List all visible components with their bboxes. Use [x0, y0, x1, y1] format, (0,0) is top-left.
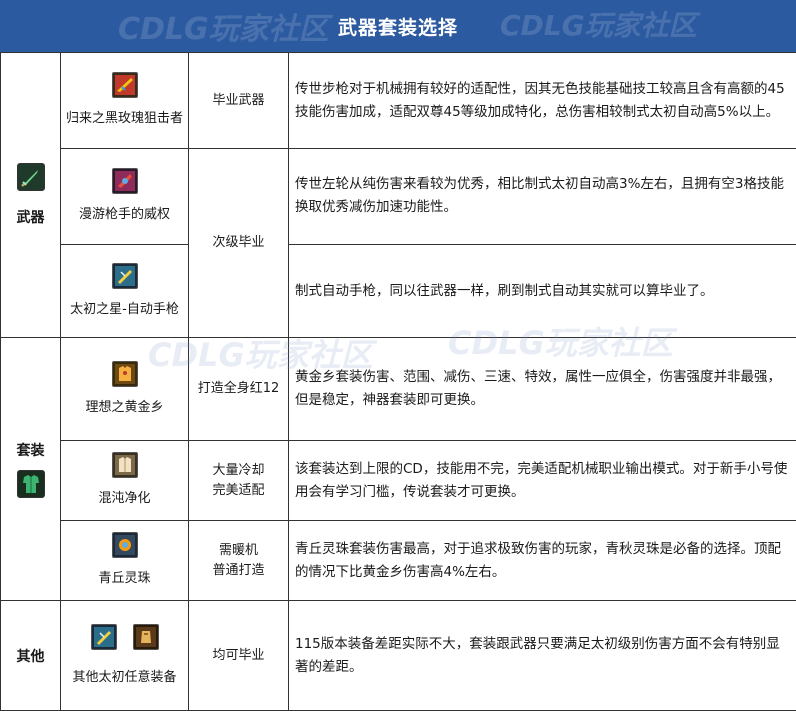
description: 制式自动手枪，同以往武器一样，刷到制式自动其实就可以算毕业了。 — [288, 244, 796, 338]
tier-cell: 打造全身红12 — [188, 337, 289, 441]
tier-cell: 大量冷却 完美适配 — [188, 440, 289, 521]
description: 传世步枪对于机械拥有较好的适配性，因其无色技能基础技工较高且含有高额的45技能伤… — [288, 52, 796, 149]
auto-pistol-icon — [111, 262, 138, 289]
table-row: 漫游枪手的威权 次级毕业 传世左轮从纯伤害来看较为优秀，相比制式太初自动高3%左… — [1, 148, 796, 338]
item-cell: 太初之星-自动手枪 — [60, 244, 189, 338]
item-name: 混沌净化 — [98, 491, 151, 506]
description: 青丘灵珠套装伤害最高，对于追求极致伤害的玩家，青秋灵珠是必备的选择。顶配的情况下… — [288, 520, 796, 601]
table-row: 混沌净化 大量冷却 完美适配 该套装达到上限的CD，技能用不完，完美适配机械职业… — [1, 440, 796, 521]
item-cell: 混沌净化 — [60, 440, 189, 521]
tier-line: 普通打造 — [212, 562, 265, 578]
tier-cell: 毕业武器 — [188, 52, 289, 149]
tier-cell: 次级毕业 — [188, 148, 289, 338]
description: 115版本装备差距实际不大，套装跟武器只要满足太初级别伤害方面不会有特别显著的差… — [288, 600, 796, 711]
tier-cell: 均可毕业 — [188, 600, 289, 711]
orb-armor-icon — [111, 532, 138, 558]
icon-group — [63, 623, 186, 654]
description: 黄金乡套装伤害、范围、减伤、三速、特效，属性一应俱全，伤害强度并非最强，但是稳定… — [288, 337, 796, 441]
item-name: 青丘灵珠 — [98, 571, 151, 586]
table-row: 武器 归来之黑玫瑰狙击者 毕业武器 传世步枪对于机械拥有较好的适配性，因其无色技… — [0, 52, 796, 338]
tier-line: 大量冷却 — [212, 462, 265, 478]
tier-line: 需暖机 — [218, 542, 258, 558]
description: 传世左轮从纯伤害来看较为优秀，相比制式太初自动高3%左右，且拥有空3格技能换取优… — [288, 148, 796, 245]
equipment-table: 武器 归来之黑玫瑰狙击者 毕业武器 传世步枪对于机械拥有较好的适配性，因其无色技… — [0, 52, 796, 711]
revolver-icon — [111, 168, 138, 194]
table-row: 套装 理想之黄金乡 打造全身红12 黄金乡套装伤害、范围、减伤、三速、特效，属性… — [0, 337, 796, 601]
item-cell: 理想之黄金乡 — [60, 337, 189, 441]
item-name: 其他太初任意装备 — [72, 669, 177, 685]
tier-line: 完美适配 — [212, 482, 265, 498]
table-row: 太初之星-自动手枪 制式自动手枪，同以往武器一样，刷到制式自动其实就可以算毕业了… — [1, 244, 796, 338]
page: 武器套装选择 武器 归来之黑玫瑰狙击者 毕业武器 传世步枪对于机械拥有较好的适配… — [0, 0, 796, 711]
item-name: 归来之黑玫瑰狙击者 — [65, 111, 183, 126]
description: 该套装达到上限的CD，技能用不完，完美适配机械职业输出模式。对于新手小号使用会有… — [288, 440, 796, 521]
category-label: 武器 — [16, 210, 45, 226]
page-title: 武器套装选择 — [0, 0, 796, 52]
item-name: 理想之黄金乡 — [85, 399, 164, 415]
tier-cell: 需暖机 普通打造 — [188, 520, 289, 601]
table-row: 其他 其他太初任意装备 均可毕业 115版本装备差距实际不大，套装跟武器只要满足… — [0, 600, 796, 711]
category-label: 套装 — [16, 443, 45, 459]
rifle-icon — [111, 72, 138, 98]
taichu-armor-icon — [132, 623, 159, 650]
item-name: 漫游枪手的威权 — [78, 207, 170, 222]
armor-icon — [16, 470, 45, 498]
category-other: 其他 — [0, 600, 61, 711]
gold-armor-icon — [111, 360, 138, 387]
chaos-armor-icon — [111, 452, 138, 478]
taichu-weapon-icon — [90, 623, 117, 650]
table-row: 青丘灵珠 需暖机 普通打造 青丘灵珠套装伤害最高，对于追求极致伤害的玩家，青秋灵… — [1, 520, 796, 601]
item-cell: 其他太初任意装备 — [60, 600, 189, 711]
category-set: 套装 — [0, 337, 61, 601]
item-name: 太初之星-自动手枪 — [70, 301, 179, 317]
item-cell: 漫游枪手的威权 — [60, 148, 189, 245]
category-weapon: 武器 — [0, 52, 61, 338]
sword-icon — [16, 163, 45, 191]
item-cell: 归来之黑玫瑰狙击者 — [60, 52, 189, 149]
item-cell: 青丘灵珠 — [60, 520, 189, 601]
